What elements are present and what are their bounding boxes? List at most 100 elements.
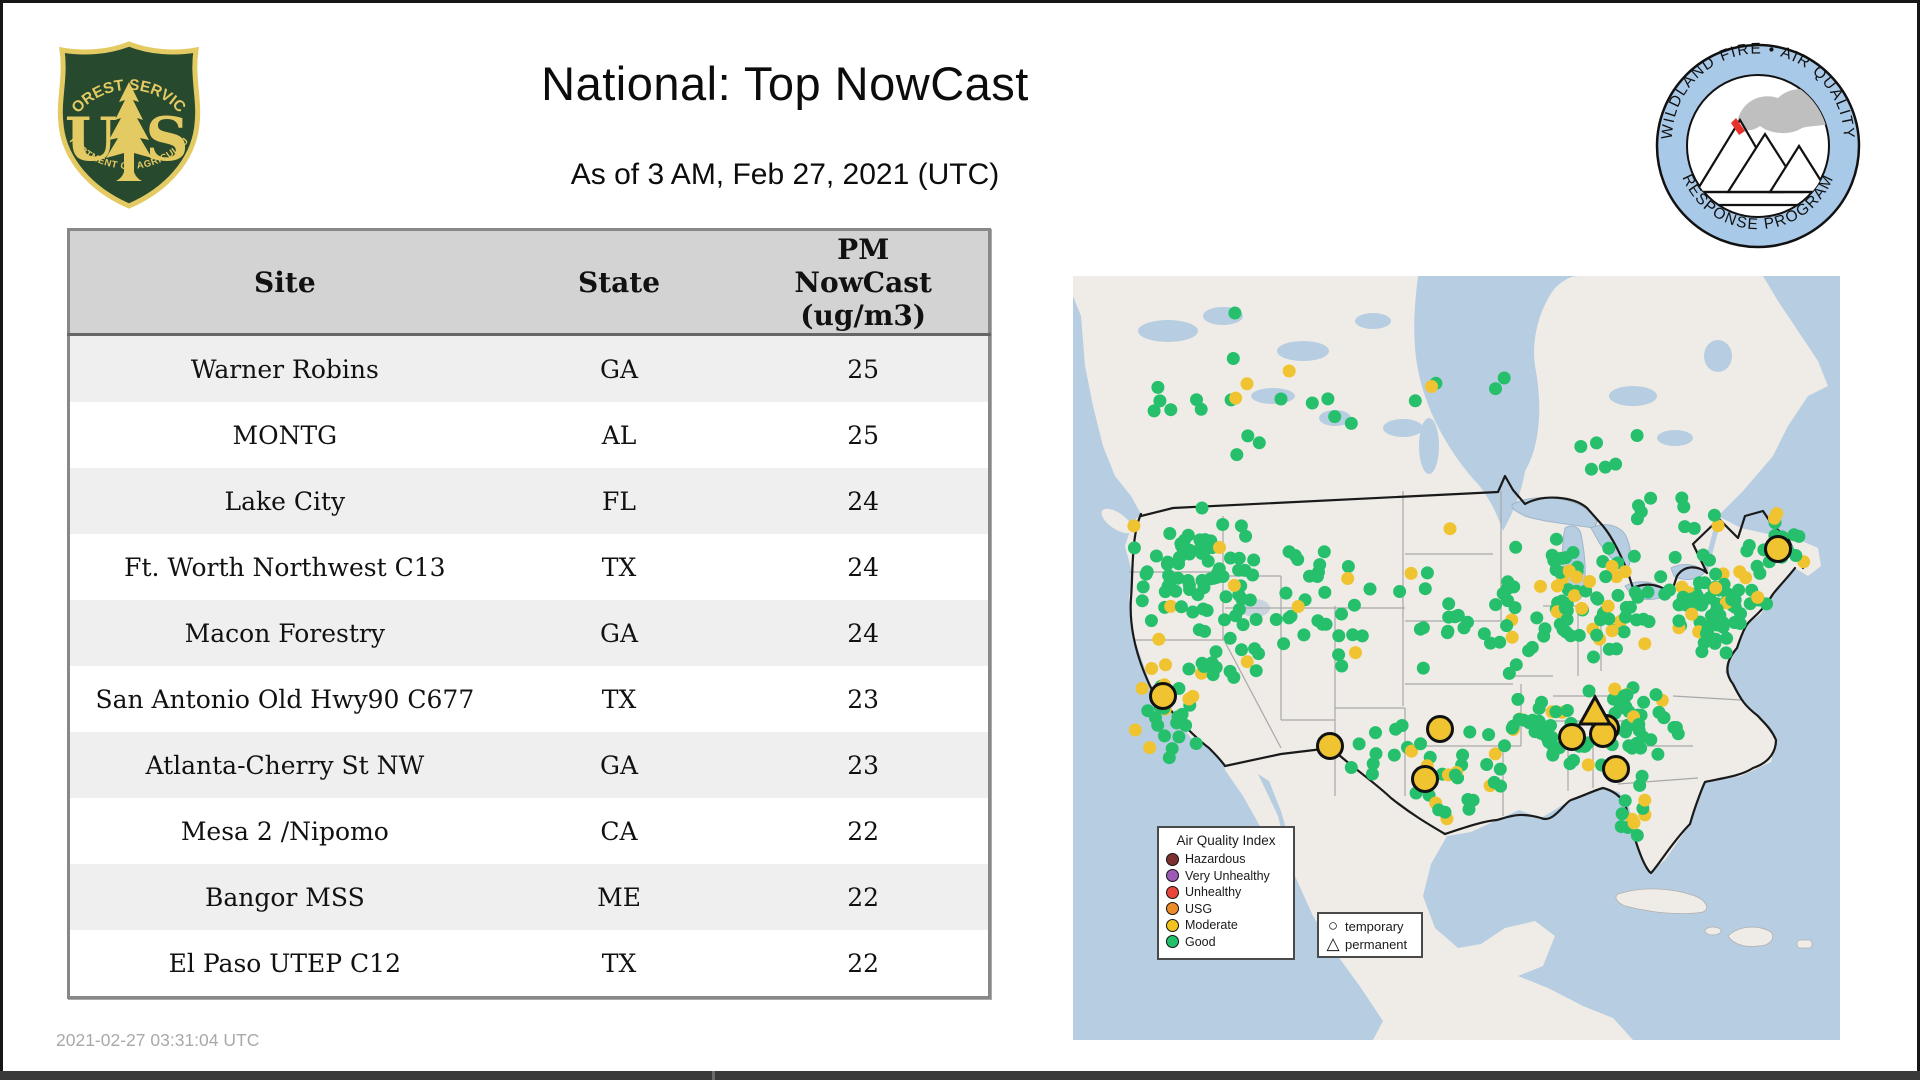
- monitor-dot: [1448, 768, 1462, 782]
- aqi-legend-label: Hazardous: [1185, 852, 1246, 866]
- monitor-dot: [1316, 617, 1329, 631]
- monitor-dot: [1143, 741, 1157, 755]
- nowcast-table: Site State PM NowCast (ug/m3) Warner Robin…: [67, 228, 991, 999]
- aqi-legend-item: USG: [1166, 902, 1286, 916]
- monitor-dot: [1182, 692, 1196, 706]
- monitor-dot: [1609, 457, 1623, 471]
- table-cell: 23: [738, 732, 990, 798]
- monitor-dot: [1282, 364, 1296, 378]
- monitor-dot: [1560, 613, 1574, 626]
- monitor-dot: [1509, 658, 1523, 672]
- monitor-dot: [1654, 570, 1668, 584]
- aqi-color-swatch: [1166, 902, 1179, 915]
- aqi-legend-item: Good: [1166, 935, 1286, 949]
- monitor-dot: [1538, 622, 1552, 636]
- monitor-dot: [1753, 566, 1767, 580]
- monitor-dot: [1685, 607, 1699, 621]
- column-header: PM NowCast (ug/m3): [738, 229, 990, 336]
- monitor-dot: [1480, 758, 1494, 771]
- monitor-dot: [1497, 371, 1511, 385]
- monitor-dot: [1740, 544, 1754, 558]
- monitor-dot: [1404, 566, 1418, 580]
- monitor-dot: [1615, 807, 1629, 821]
- dashboard-page: FOREST SERVICE U S DEPARTMENT OF AGRICUL…: [0, 0, 1920, 1080]
- monitor-dot: [1252, 436, 1266, 450]
- window-bottom-edge: [0, 1071, 1920, 1080]
- monitor-dot: [1568, 589, 1581, 603]
- monitor-dot: [1695, 645, 1709, 659]
- monitor-dot: [1498, 739, 1511, 753]
- aqi-legend-item: Unhealthy: [1166, 885, 1286, 899]
- site-type-label: permanent: [1345, 936, 1408, 952]
- monitor-dot: [1638, 793, 1652, 807]
- monitor-dot: [1463, 725, 1477, 739]
- monitor-dot: [1163, 527, 1177, 540]
- monitor-dot: [1651, 747, 1665, 761]
- table-row: San Antonio Old Hwy90 C677 TX 23: [68, 666, 990, 732]
- monitor-dot: [1574, 440, 1588, 453]
- monitor-dot: [1549, 705, 1563, 719]
- monitor-dot: [1196, 602, 1210, 616]
- monitor-dot: [1140, 565, 1154, 579]
- monitor-dot: [1668, 550, 1682, 564]
- monitor-dot: [1420, 566, 1434, 580]
- table-cell: TX: [499, 534, 739, 600]
- monitor-dot: [1575, 601, 1589, 615]
- monitor-dot: [1719, 646, 1733, 660]
- aqi-legend-label: Unhealthy: [1185, 885, 1242, 899]
- monitor-dot: [1637, 695, 1651, 709]
- monitor-dot: [1544, 737, 1558, 751]
- monitor-dot: [1632, 499, 1645, 513]
- monitor-dot: [1198, 533, 1212, 547]
- monitor-dot: [1198, 624, 1212, 638]
- aqi-color-swatch: [1166, 935, 1179, 948]
- monitor-dot: [1630, 429, 1644, 442]
- monitor-dot: [1366, 757, 1380, 771]
- monitor-dot: [1644, 491, 1658, 505]
- monitor-dot: [1601, 599, 1615, 613]
- monitor-dot: [1363, 582, 1377, 596]
- monitor-dot: [1493, 635, 1507, 649]
- monitor-dot: [1227, 578, 1241, 592]
- circle-symbol-icon: ○: [1327, 916, 1339, 935]
- table-cell: Macon Forestry: [68, 600, 500, 666]
- monitor-dot: [1637, 612, 1650, 626]
- monitor-dot: [1456, 748, 1470, 762]
- monitor-dot: [1649, 688, 1663, 702]
- monitor-dot: [1567, 753, 1580, 767]
- monitor-dot: [1269, 613, 1283, 626]
- monitor-dot: [1630, 828, 1644, 842]
- monitor-dot: [1733, 565, 1747, 579]
- monitor-dot: [1751, 590, 1765, 604]
- monitor-dot: [1605, 624, 1619, 638]
- monitor-dot: [1614, 820, 1628, 833]
- monitor-dot: [1638, 637, 1652, 651]
- monitor-dot: [1611, 588, 1625, 602]
- monitor-dot: [1716, 616, 1730, 630]
- table-row: Atlanta-Cherry St NW GA 23: [68, 732, 990, 798]
- monitor-dot: [1560, 704, 1574, 717]
- monitor-dot: [1535, 723, 1549, 737]
- monitor-dot: [1249, 664, 1263, 678]
- monitor-dot: [1249, 613, 1263, 626]
- monitor-dot: [1240, 377, 1254, 391]
- monitor-dot: [1158, 729, 1171, 743]
- monitor-dot: [1725, 593, 1739, 607]
- table-cell: Atlanta-Cherry St NW: [68, 732, 500, 798]
- monitor-dot: [1787, 528, 1801, 542]
- monitor-dot: [1369, 726, 1382, 740]
- monitor-dot: [1720, 631, 1734, 645]
- table-cell: ME: [499, 864, 739, 930]
- table-cell: TX: [499, 666, 739, 732]
- monitor-dot: [1194, 402, 1208, 416]
- aqi-legend-item: Hazardous: [1166, 852, 1286, 866]
- monitor-dot: [1228, 306, 1242, 320]
- monitor-dot: [1128, 723, 1142, 737]
- aqi-color-swatch: [1166, 885, 1179, 899]
- monitor-dot: [1317, 545, 1331, 559]
- monitor-dot: [1291, 600, 1305, 613]
- monitor-dot: [1219, 590, 1233, 604]
- monitor-dot: [1583, 575, 1596, 588]
- monitor-dot: [1172, 557, 1186, 571]
- site-type-item: ○ temporary: [1325, 917, 1415, 935]
